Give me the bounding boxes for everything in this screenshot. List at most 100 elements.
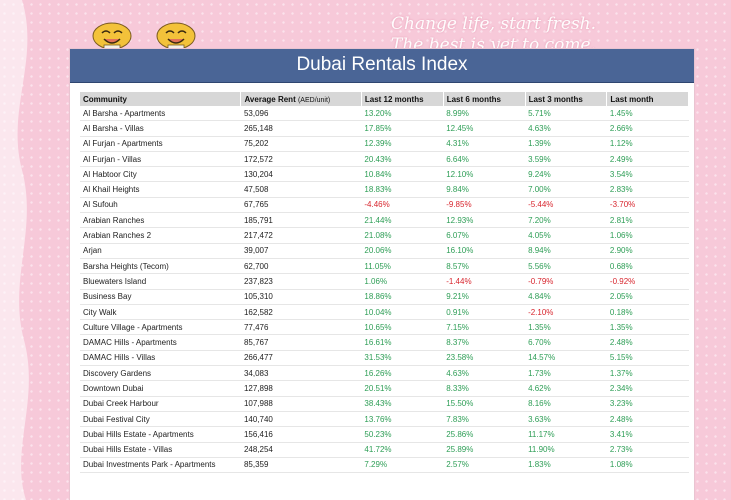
cell-last-12-months: 7.29% (361, 457, 444, 474)
cell-last-6-months: 6.07% (443, 227, 526, 244)
cell-community: Al Barsha - Villas (80, 120, 241, 137)
cell-community: DAMAC Hills - Villas (80, 350, 241, 367)
table-row: Al Sufouh 67,765 -4.46% -9.85% -5.44% -3.70% (80, 197, 689, 214)
cell-community: Al Khail Heights (80, 181, 241, 198)
cell-last-month: 5.15% (606, 350, 689, 367)
cell-last-month: 2.48% (606, 334, 689, 351)
cell-last-12-months: 13.76% (361, 411, 444, 428)
cell-last-6-months: -1.44% (443, 273, 526, 290)
table-row: Dubai Festival City 140,740 13.76% 7.83% 3.6… (80, 411, 689, 428)
cell-average-rent: 266,477 (240, 350, 362, 367)
cell-last-6-months: 8.99% (443, 106, 526, 122)
cell-last-month: 2.83% (606, 181, 689, 198)
cell-community: Dubai Festival City (80, 411, 241, 428)
table-row: Al Habtoor City 130,204 10.84% 12.10% 9.24% 3… (80, 166, 689, 183)
cell-average-rent: 185,791 (240, 212, 362, 229)
table-row: Barsha Heights (Tecom) 62,700 11.05% 8.57% 5… (80, 258, 689, 275)
table-row: DAMAC Hills - Villas 266,477 31.53% 23.58% 1… (80, 350, 689, 367)
cell-last-3-months: 1.35% (525, 319, 607, 336)
table-header-row: Community Average Rent (AED/unit) Last 1… (80, 92, 689, 106)
cell-last-month: 2.90% (606, 243, 689, 259)
cell-last-3-months: 5.71% (525, 106, 607, 122)
cell-last-month: 1.12% (606, 136, 689, 152)
cell-last-month: 2.05% (606, 289, 689, 305)
table-row: Al Khail Heights 47,508 18.83% 9.84% 7.00% 2.… (80, 181, 689, 198)
cell-last-month: 3.41% (606, 426, 689, 443)
cell-last-3-months: 4.62% (525, 380, 607, 397)
table-row: Downtown Dubai 127,898 20.51% 8.33% 4.62% 2.3… (80, 380, 689, 397)
cell-average-rent: 85,767 (240, 334, 362, 351)
cell-last-6-months: 9.21% (443, 289, 526, 305)
cell-last-3-months: 4.05% (525, 227, 607, 244)
cell-average-rent: 156,416 (240, 426, 362, 443)
table-row: Bluewaters Island 237,823 1.06% -1.44% -0.79… (80, 273, 689, 290)
cell-last-12-months: 1.06% (361, 273, 444, 290)
cell-community: City Walk (80, 304, 241, 321)
cell-last-3-months: 11.17% (525, 426, 607, 443)
cell-average-rent: 265,148 (240, 120, 362, 137)
cell-last-3-months: -2.10% (525, 304, 607, 321)
cell-last-12-months: 20.06% (361, 243, 444, 259)
table-row: Discovery Gardens 34,083 16.26% 4.63% 1.73% 1… (80, 365, 689, 382)
content-panel: Dubai Rentals Index Community Average Re… (70, 49, 694, 500)
cell-last-12-months: 20.51% (361, 380, 444, 397)
cell-last-month: 1.37% (606, 365, 689, 382)
table-row: City Walk 162,582 10.04% 0.91% -2.10% 0.18% (80, 304, 689, 321)
table-body: Al Barsha - Apartments 53,096 13.20% 8.99% 5… (80, 106, 689, 474)
cell-last-month: -0.92% (606, 273, 689, 290)
cell-community: Al Furjan - Apartments (80, 136, 241, 152)
cell-last-month: 2.49% (606, 151, 689, 168)
cell-average-rent: 127,898 (240, 380, 362, 397)
table-row: Arabian Ranches 185,791 21.44% 12.93% 7.20% 2… (80, 212, 689, 229)
cell-community: Dubai Creek Harbour (80, 396, 241, 412)
cell-last-12-months: 20.43% (361, 151, 444, 168)
table-row: Al Barsha - Apartments 53,096 13.20% 8.99% 5… (80, 106, 689, 122)
cell-last-12-months: 41.72% (361, 442, 444, 458)
table-row: Dubai Investments Park - Apartments 85,35… (80, 457, 689, 474)
cell-last-month: 3.23% (606, 396, 689, 412)
header-last-3-months: Last 3 months (525, 92, 608, 106)
cell-last-12-months: 10.04% (361, 304, 444, 321)
cell-average-rent: 172,572 (240, 151, 362, 168)
cell-last-6-months: 8.57% (443, 258, 526, 275)
cell-average-rent: 62,700 (240, 258, 362, 275)
cell-community: Arabian Ranches (80, 212, 241, 229)
table-row: Arjan 39,007 20.06% 16.10% 8.94% 2.90% (80, 243, 689, 259)
cell-last-month: 2.66% (606, 120, 689, 137)
cell-community: Arjan (80, 243, 241, 259)
cell-last-month: 1.08% (606, 457, 689, 474)
cell-last-6-months: 8.33% (443, 380, 526, 397)
cell-average-rent: 140,740 (240, 411, 362, 428)
cell-last-3-months: -0.79% (525, 273, 607, 290)
cell-community: DAMAC Hills - Apartments (80, 334, 241, 351)
page-title: Dubai Rentals Index (70, 49, 694, 83)
table-row: Culture Village - Apartments 77,476 10.65%… (80, 319, 689, 336)
cell-community: Dubai Investments Park - Apartments (80, 457, 241, 474)
cell-last-month: 0.18% (606, 304, 689, 321)
tagline-line-1: Change life, start fresh. (391, 14, 597, 34)
cell-last-6-months: 0.91% (443, 304, 526, 321)
cell-last-6-months: 16.10% (443, 243, 526, 259)
cell-community: Al Sufouh (80, 197, 241, 214)
cell-community: Business Bay (80, 289, 241, 305)
cell-last-6-months: 15.50% (443, 396, 526, 412)
cell-last-12-months: 13.20% (361, 106, 444, 122)
cell-last-12-months: 16.26% (361, 365, 444, 382)
cell-average-rent: 105,310 (240, 289, 362, 305)
cell-average-rent: 75,202 (240, 136, 362, 152)
cell-last-12-months: 18.83% (361, 181, 444, 198)
cell-community: Arabian Ranches 2 (80, 227, 241, 244)
wave-decoration (0, 0, 29, 500)
cell-average-rent: 217,472 (240, 227, 362, 244)
table-row: Dubai Creek Harbour 107,988 38.43% 15.50% 8.… (80, 396, 689, 412)
cell-last-12-months: 12.39% (361, 136, 444, 152)
table-row: Al Barsha - Villas 265,148 17.85% 12.45% 4.6… (80, 120, 689, 137)
cell-last-6-months: 12.93% (443, 212, 526, 229)
cell-community: Al Barsha - Apartments (80, 106, 241, 122)
cell-last-3-months: 4.63% (525, 120, 607, 137)
cell-last-3-months: 5.56% (525, 258, 607, 275)
cell-last-month: 1.06% (606, 227, 689, 244)
cell-last-month: 3.54% (606, 166, 689, 183)
table-row: Arabian Ranches 2 217,472 21.08% 6.07% 4.05%… (80, 227, 689, 244)
cell-last-3-months: 8.94% (525, 243, 607, 259)
